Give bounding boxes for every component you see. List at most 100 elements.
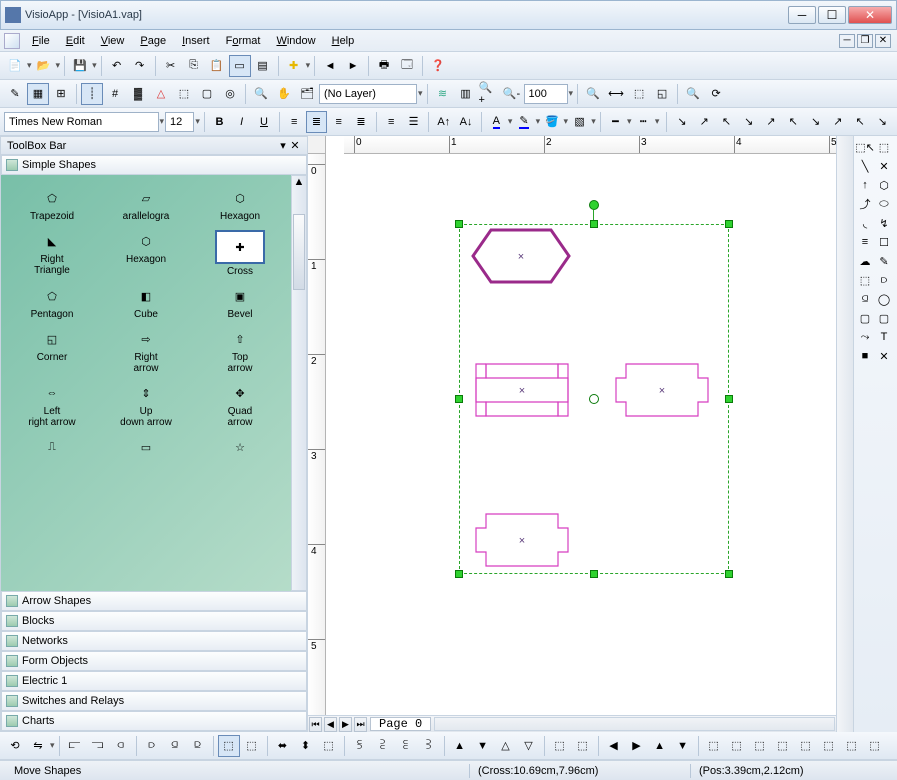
copy-button[interactable]: ⎘: [183, 55, 205, 77]
guides-button[interactable]: ┊: [81, 83, 103, 105]
dash-style-button[interactable]: ┅: [633, 111, 654, 133]
menu-format[interactable]: Format: [218, 33, 269, 49]
space-v-button[interactable]: ⫔: [372, 735, 394, 757]
menu-view[interactable]: View: [93, 33, 133, 49]
right-tool-2[interactable]: ╲: [856, 157, 874, 175]
shape-item-15[interactable]: ⎍: [5, 432, 99, 464]
a7-button[interactable]: ⬚: [841, 735, 863, 757]
bold-button[interactable]: B: [209, 111, 230, 133]
shape-item-Left right arrow[interactable]: ⇔Leftright arrow: [5, 378, 99, 432]
back-button[interactable]: ▼: [472, 735, 494, 757]
align-justify-button[interactable]: ≣: [350, 111, 371, 133]
font-name-input[interactable]: [9, 116, 154, 128]
zoom-actual-button[interactable]: 🔍: [682, 83, 704, 105]
new-button[interactable]: 📄: [4, 55, 26, 77]
rotation-handle[interactable]: [589, 200, 599, 210]
right-tool-0[interactable]: ⬚↖: [856, 138, 874, 156]
right-tool-7[interactable]: ⬭: [875, 195, 893, 213]
shape-item-Pentagon[interactable]: ⬠Pentagon: [5, 281, 99, 324]
right-tool-22[interactable]: ■: [856, 347, 874, 365]
group2-button[interactable]: ⬚: [549, 735, 571, 757]
a4-button[interactable]: ⬚: [772, 735, 794, 757]
refresh-button[interactable]: ⟳: [705, 83, 727, 105]
zoom-out-button[interactable]: 🔍-: [501, 83, 523, 105]
handle-n[interactable]: [590, 220, 598, 228]
align-left-button[interactable]: ≡: [284, 111, 305, 133]
layer-stack-button[interactable]: ▥: [455, 83, 477, 105]
tri-button[interactable]: △: [150, 83, 172, 105]
center-h-button[interactable]: ⫕: [395, 735, 417, 757]
prev-button[interactable]: ◄: [319, 55, 341, 77]
font-size-input[interactable]: [170, 116, 189, 128]
conn9-button[interactable]: ↖: [849, 111, 870, 133]
print-button[interactable]: 🖶: [373, 55, 395, 77]
add-button[interactable]: ✚: [283, 55, 305, 77]
right-tool-16[interactable]: ⫑: [856, 290, 874, 308]
right-tool-21[interactable]: T: [875, 328, 893, 346]
nudge-r-button[interactable]: ▶: [626, 735, 648, 757]
align-center-button[interactable]: ≣: [306, 111, 327, 133]
shape-item-Cube[interactable]: ◧Cube: [99, 281, 193, 324]
font-name-combo[interactable]: [4, 112, 159, 132]
conn8-button[interactable]: ↗: [827, 111, 848, 133]
layer-combo[interactable]: [319, 84, 417, 104]
zoom-sel-button[interactable]: ⬚: [628, 83, 650, 105]
mdi-min-button[interactable]: ─: [839, 34, 855, 48]
right-tool-20[interactable]: ⤳: [856, 328, 874, 346]
ungroup-button[interactable]: ⬚: [572, 735, 594, 757]
crop-button[interactable]: ▢: [196, 83, 218, 105]
pan-button[interactable]: ✋: [273, 83, 295, 105]
cut-button[interactable]: ✂: [160, 55, 182, 77]
handle-sw[interactable]: [455, 570, 463, 578]
right-tool-18[interactable]: ▢: [856, 309, 874, 327]
a1-button[interactable]: ⬚: [703, 735, 725, 757]
right-tool-1[interactable]: ⬚: [875, 138, 893, 156]
next-button[interactable]: ►: [342, 55, 364, 77]
page-next-button[interactable]: ▶: [339, 717, 352, 732]
align-t-button[interactable]: ⫐: [141, 735, 163, 757]
shape-item-Right arrow[interactable]: ⇨Rightarrow: [99, 324, 193, 378]
group-button[interactable]: ⬚: [173, 83, 195, 105]
menu-file[interactable]: File: [24, 33, 58, 49]
vscrollbar[interactable]: [836, 136, 853, 732]
right-tool-8[interactable]: ◟: [856, 214, 874, 232]
handle-nw[interactable]: [455, 220, 463, 228]
category-form-objects[interactable]: Form Objects: [1, 651, 307, 671]
zoom-input[interactable]: [529, 88, 563, 100]
shape-cross-3[interactable]: ×: [474, 512, 570, 568]
right-tool-6[interactable]: ⤴: [856, 195, 874, 213]
zoom-in-button[interactable]: 🔍+: [478, 83, 500, 105]
right-tool-19[interactable]: ▢: [875, 309, 893, 327]
flip-h-button[interactable]: ⇋: [27, 735, 49, 757]
snap-obj-button[interactable]: ▓: [127, 83, 149, 105]
same-h-button[interactable]: ⬍: [295, 735, 317, 757]
a5-button[interactable]: ⬚: [795, 735, 817, 757]
shadow-button[interactable]: ▧: [569, 111, 590, 133]
pointer-button[interactable]: ✎: [4, 83, 26, 105]
conn6-button[interactable]: ↖: [783, 111, 804, 133]
handle-e[interactable]: [725, 395, 733, 403]
menu-edit[interactable]: Edit: [58, 33, 93, 49]
shape-cross-1[interactable]: ×: [474, 362, 570, 418]
shape-item-Top arrow[interactable]: ⇧Toparrow: [193, 324, 287, 378]
align-c-button[interactable]: ⫎: [87, 735, 109, 757]
grid-button[interactable]: ⊞: [50, 83, 72, 105]
ruler-vertical[interactable]: 0123456: [308, 154, 326, 715]
right-tool-11[interactable]: ☐: [875, 233, 893, 251]
snap-button[interactable]: ▦: [27, 83, 49, 105]
zoom-combo[interactable]: [524, 84, 568, 104]
print-preview-button[interactable]: 🗔: [396, 55, 418, 77]
mdi-restore-button[interactable]: ❐: [857, 34, 873, 48]
toolbox-close-button[interactable]: ✕: [289, 139, 301, 152]
right-tool-13[interactable]: ✎: [875, 252, 893, 270]
conn7-button[interactable]: ↘: [805, 111, 826, 133]
right-tool-14[interactable]: ⬚: [856, 271, 874, 289]
undo-button[interactable]: ↶: [106, 55, 128, 77]
drawing-canvas[interactable]: × × × ×: [326, 154, 836, 715]
dist-v-button[interactable]: ⬚: [241, 735, 263, 757]
shape-item-arallelogra[interactable]: ▱arallelogra: [99, 183, 193, 226]
fill-color-button[interactable]: 🪣: [541, 111, 562, 133]
font-size-combo[interactable]: [165, 112, 194, 132]
layer-input[interactable]: [324, 88, 412, 100]
a2-button[interactable]: ⬚: [726, 735, 748, 757]
